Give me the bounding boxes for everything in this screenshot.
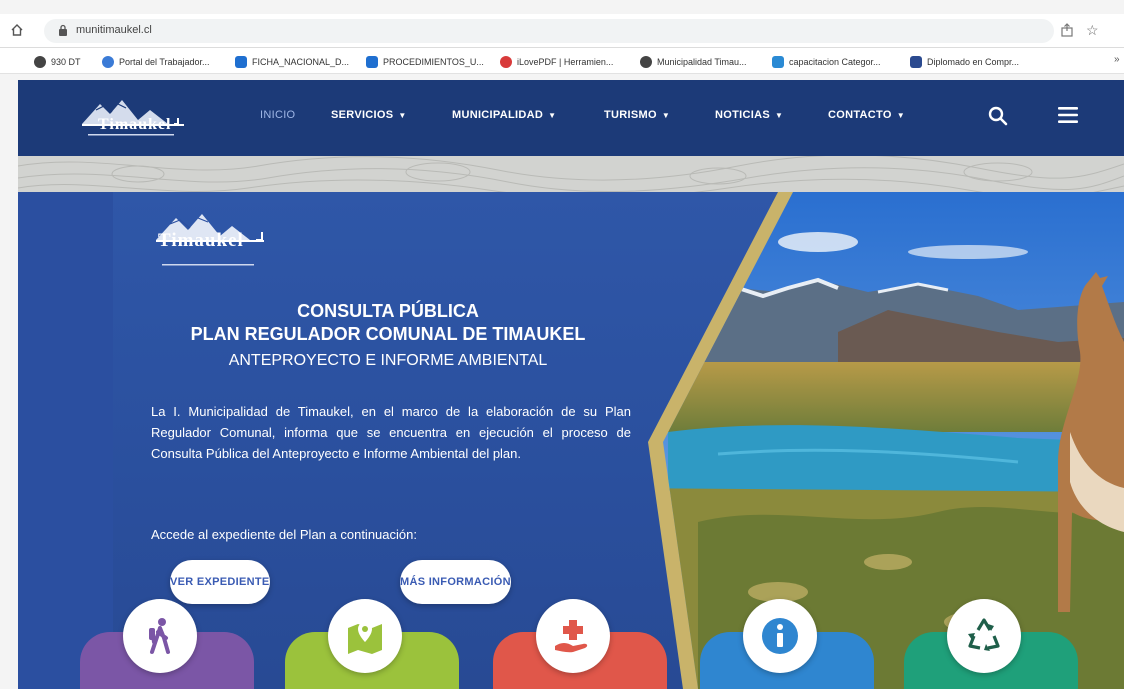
tile-circle[interactable] (328, 599, 402, 673)
site-header: Timaukel INICIO SERVICIOS ▼ MUNICIPALIDAD… (18, 80, 1124, 156)
decorative-pattern-strip (18, 156, 1124, 192)
site-logo-text[interactable]: Timaukel (98, 116, 172, 134)
hero-logo-text: Timaukel (158, 230, 244, 251)
hero-title-plan: PLAN REGULADOR COMUNAL DE TIMAUKEL (190, 324, 586, 344)
nav-label: TURISMO (604, 109, 657, 121)
nav-label: MUNICIPALIDAD (452, 109, 544, 121)
chevron-down-icon: ▼ (896, 111, 905, 120)
hero-cta-text: Accede al expediente del Plan a continua… (151, 527, 417, 542)
bookmark-item[interactable]: Municipalidad Timau... (640, 54, 747, 70)
nav-item-inicio[interactable]: INICIO (260, 109, 295, 121)
ver-expediente-button[interactable]: VER EXPEDIENTE (170, 560, 270, 604)
bookmark-item[interactable]: FICHA_NACIONAL_D... (235, 54, 349, 70)
document-icon (366, 56, 378, 68)
tile-circle[interactable] (123, 599, 197, 673)
heart-icon (500, 56, 512, 68)
share-icon[interactable] (1060, 23, 1074, 37)
url-field[interactable] (44, 19, 1054, 43)
nav-item-municipalidad[interactable]: MUNICIPALIDAD ▼ (452, 109, 556, 121)
hero-title-consulta: CONSULTA PÚBLICA (297, 301, 479, 321)
health-hand-icon (555, 620, 588, 653)
url-text[interactable]: munitimaukel.cl (76, 24, 152, 36)
hero-subtitle: ANTEPROYECTO E INFORME AMBIENTAL (228, 352, 548, 369)
document-icon (235, 56, 247, 68)
bookmark-item[interactable]: 930 DT (34, 54, 81, 70)
home-icon[interactable] (10, 23, 24, 37)
chevron-down-icon: ▼ (774, 111, 784, 120)
chevron-down-icon: ▼ (548, 111, 557, 120)
mas-informacion-button[interactable]: MÁS INFORMACIÓN (400, 560, 511, 604)
lock-icon (59, 24, 67, 36)
info-icon (762, 618, 798, 654)
chevron-down-icon: ▼ (398, 111, 407, 120)
hiker-icon (149, 618, 170, 654)
bookmark-label: Diplomado en Compr... (927, 57, 1020, 67)
tile-circle[interactable] (947, 599, 1021, 673)
bookmark-label: Portal del Trabajador... (119, 57, 210, 67)
bookmark-item[interactable]: iLovePDF | Herramien... (500, 54, 613, 70)
tile-circle[interactable] (743, 599, 817, 673)
nav-item-noticias[interactable]: NOTICIAS ▼ (715, 109, 783, 121)
chevron-down-icon: ▼ (661, 111, 671, 120)
address-bar: munitimaukel.cl ☆ (0, 14, 1124, 48)
nav-label: SERVICIOS (331, 109, 394, 121)
hero-banner: Timaukel CONSULTA PÚBLICA PLAN REGULADOR… (18, 192, 1124, 689)
nav-label: NOTICIAS (715, 109, 770, 121)
bookmark-label: iLovePDF | Herramien... (517, 57, 614, 67)
bookmark-item[interactable]: capacitacion Categor... (772, 54, 881, 70)
nav-item-turismo[interactable]: TURISMO ▼ (604, 109, 670, 121)
nav-item-contacto[interactable]: CONTACTO ▼ (828, 109, 905, 121)
bookmark-item[interactable]: PROCEDIMIENTOS_U... (366, 54, 484, 70)
bookmark-label: 930 DT (51, 57, 81, 67)
tile-circle[interactable] (536, 599, 610, 673)
bookmark-label: capacitacion Categor... (789, 57, 881, 67)
document-icon (772, 56, 784, 68)
bookmark-label: FICHA_NACIONAL_D... (252, 57, 350, 67)
bookmark-item[interactable]: Portal del Trabajador... (102, 54, 210, 70)
nav-label: INICIO (260, 109, 296, 121)
recycle-icon (968, 618, 1000, 651)
bookmark-item[interactable]: Diplomado en Compr... (910, 54, 1019, 70)
hero-description: La I. Municipalidad de Timaukel, en el m… (151, 404, 631, 461)
map-pin-icon (348, 622, 382, 654)
topographic-pattern-icon (18, 156, 1124, 192)
more-bookmarks-icon[interactable]: » (1114, 54, 1120, 65)
nav-item-servicios[interactable]: SERVICIOS ▼ (331, 109, 407, 121)
globe-icon (640, 56, 652, 68)
bookmark-star-icon[interactable]: ☆ (1086, 22, 1099, 39)
bookmark-label: Municipalidad Timau... (657, 57, 747, 67)
bookmarks-bar: 930 DT Portal del Trabajador... FICHA_NA… (0, 48, 1124, 74)
hamburger-menu-icon[interactable] (1058, 106, 1078, 124)
bookmark-label: PROCEDIMIENTOS_U... (383, 57, 484, 67)
globe-icon (34, 56, 46, 68)
university-icon (910, 56, 922, 68)
portal-icon (102, 56, 114, 68)
browser-window: munitimaukel.cl ☆ 930 DT Portal del Trab… (0, 0, 1124, 689)
search-icon[interactable] (988, 106, 1008, 126)
nav-label: CONTACTO (828, 109, 892, 121)
